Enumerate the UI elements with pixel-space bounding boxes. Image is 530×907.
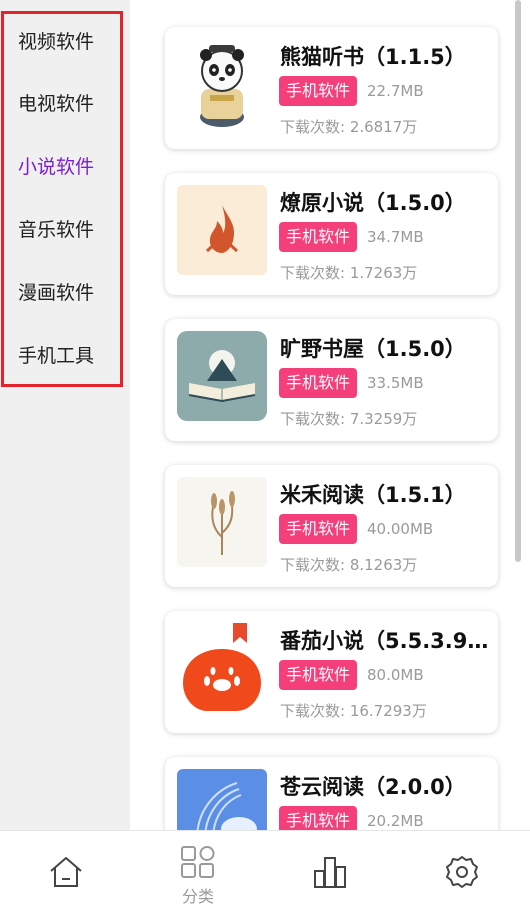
bottom-tab-bar: 分类	[0, 830, 530, 906]
file-size: 34.7MB	[367, 228, 424, 246]
flame-icon	[177, 185, 267, 275]
file-size: 33.5MB	[367, 374, 424, 392]
file-size: 80.0MB	[367, 666, 424, 684]
download-count: 下载次数: 16.7293万	[280, 702, 427, 720]
app-title[interactable]: 米禾阅读（1.5.1）	[280, 479, 466, 509]
file-size: 40.00MB	[367, 520, 434, 538]
download-count: 下载次数: 8.1263万	[280, 556, 418, 574]
category-badge: 手机软件	[279, 76, 358, 106]
tab-category-label: 分类	[181, 887, 214, 906]
tab-home[interactable]	[0, 831, 132, 906]
tab-stats[interactable]	[264, 831, 396, 906]
app-list[interactable]: 熊猫听书（1.1.5） 手机软件 22.7MB 下载次数: 2.6817万 燎原…	[130, 0, 530, 830]
category-sidebar: 视频软件 电视软件 小说软件 音乐软件 漫画软件 手机工具	[0, 0, 130, 830]
tomato-icon	[177, 623, 267, 713]
app-card-2[interactable]: 燎原小说（1.5.0） 手机软件 34.7MB 下载次数: 1.7263万	[165, 173, 498, 295]
app-title[interactable]: 熊猫听书（1.1.5）	[280, 41, 466, 71]
tab-category[interactable]: 分类	[132, 831, 264, 906]
app-card-6[interactable]: 苍云阅读（2.0.0） 手机软件 20.2MB	[165, 757, 498, 830]
tab-settings[interactable]	[396, 831, 528, 906]
app-card-4[interactable]: 米禾阅读（1.5.1） 手机软件 40.00MB 下载次数: 8.1263万	[165, 465, 498, 587]
app-title[interactable]: 燎原小说（1.5.0）	[280, 187, 466, 217]
category-highlight-box	[1, 11, 123, 387]
category-phone-tools[interactable]: 手机工具	[18, 344, 94, 368]
category-badge: 手机软件	[279, 660, 358, 690]
category-video[interactable]: 视频软件	[18, 30, 94, 54]
gear-icon	[446, 856, 478, 888]
file-size: 22.7MB	[367, 82, 424, 100]
download-count: 下载次数: 2.6817万	[280, 118, 418, 136]
category-grid-icon	[181, 846, 215, 878]
download-count: 下载次数: 1.7263万	[280, 264, 418, 282]
wheat-icon	[177, 477, 267, 567]
category-novel[interactable]: 小说软件	[18, 155, 94, 179]
app-card-5[interactable]: 番茄小说（5.5.3.9… 手机软件 80.0MB 下载次数: 16.7293万	[165, 611, 498, 733]
cloud-book-icon	[177, 769, 267, 830]
category-badge: 手机软件	[279, 806, 358, 830]
category-badge: 手机软件	[279, 514, 358, 544]
category-badge: 手机软件	[279, 222, 358, 252]
download-count: 下载次数: 7.3259万	[280, 410, 418, 428]
file-size: 20.2MB	[367, 812, 424, 830]
app-card-3[interactable]: 旷野书屋（1.5.0） 手机软件 33.5MB 下载次数: 7.3259万	[165, 319, 498, 441]
category-tv[interactable]: 电视软件	[18, 92, 94, 116]
book-mountain-icon	[177, 331, 267, 421]
panda-icon	[177, 39, 267, 129]
category-music[interactable]: 音乐软件	[18, 218, 94, 242]
category-badge: 手机软件	[279, 368, 358, 398]
app-card-1[interactable]: 熊猫听书（1.1.5） 手机软件 22.7MB 下载次数: 2.6817万	[165, 27, 498, 149]
category-comic[interactable]: 漫画软件	[18, 281, 94, 305]
bar-chart-icon	[314, 857, 346, 888]
app-title[interactable]: 苍云阅读（2.0.0）	[280, 771, 466, 801]
app-title[interactable]: 番茄小说（5.5.3.9…	[280, 625, 488, 655]
home-icon	[50, 857, 82, 887]
scrollbar[interactable]	[515, 0, 521, 562]
app-title[interactable]: 旷野书屋（1.5.0）	[280, 333, 466, 363]
